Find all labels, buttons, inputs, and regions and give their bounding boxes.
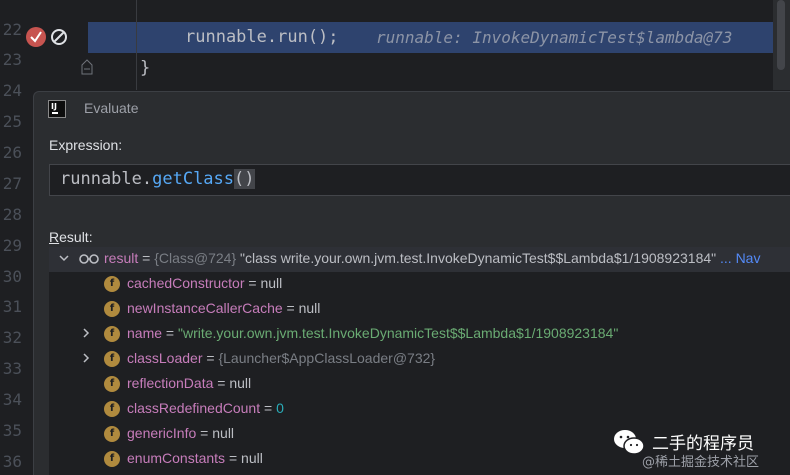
field-eq: = xyxy=(213,375,230,391)
result-label: Result: xyxy=(49,229,93,245)
dialog-title: Evaluate xyxy=(84,100,139,116)
inline-value-hint: runnable: InvokeDynamicTest$lambda@73 xyxy=(376,28,733,47)
field-eq: = xyxy=(282,300,299,316)
result-eq: = xyxy=(138,250,155,266)
tree-row-text: genericInfo = null xyxy=(127,425,234,441)
expression-method: getClass xyxy=(152,169,235,189)
field-value: null xyxy=(260,275,283,291)
field-name: genericInfo xyxy=(127,425,197,441)
line-number[interactable]: 32 xyxy=(0,323,22,353)
line-number[interactable]: 35 xyxy=(0,416,22,446)
tree-row-text: classRedefinedCount = 0 xyxy=(127,400,284,416)
line-number[interactable]: 31 xyxy=(0,292,22,322)
editor-scrollbar[interactable] xyxy=(773,0,790,90)
tree-row-text: result = {Class@724} "class write.your.o… xyxy=(104,250,760,266)
dialog-title-bar[interactable]: IJ Evaluate xyxy=(34,92,790,126)
expression-object: runnable. xyxy=(60,169,153,189)
line-number[interactable]: 23 xyxy=(0,45,22,75)
tree-row-text: enumConstants = null xyxy=(127,450,263,466)
field-value: "write.your.own.jvm.test.InvokeDynamicTe… xyxy=(178,325,619,341)
tree-row-field[interactable]: f newInstanceCallerCache = null xyxy=(49,297,790,322)
wechat-logo-icon xyxy=(614,430,645,455)
scrollbar-thumb[interactable] xyxy=(777,0,785,70)
field-name: name xyxy=(127,325,163,341)
tree-row-result[interactable]: result = {Class@724} "class write.your.o… xyxy=(49,247,790,272)
line-number[interactable]: 34 xyxy=(0,385,22,415)
expression-label: Expression: xyxy=(49,137,123,153)
result-ref: {Class@724} xyxy=(154,250,237,266)
mute-breakpoints-icon[interactable] xyxy=(50,28,68,46)
field-eq: = xyxy=(244,275,261,291)
evaluate-dialog: IJ Evaluate Expression: runnable.getClas… xyxy=(33,91,790,475)
line-number[interactable]: 25 xyxy=(0,107,22,137)
line-number[interactable]: 22 xyxy=(0,15,22,45)
field-value: null xyxy=(229,375,252,391)
field-eq: = xyxy=(260,400,277,416)
result-label-mnemonic: R xyxy=(49,229,60,245)
field-name: newInstanceCallerCache xyxy=(127,300,283,316)
intellij-logo-icon: IJ xyxy=(48,100,66,118)
watermark-sub: @稀土掘金技术社区 xyxy=(642,455,760,470)
tree-row-text: classLoader = {Launcher$AppClassLoader@7… xyxy=(127,350,435,366)
line-number[interactable]: 26 xyxy=(0,138,22,168)
line-number[interactable]: 27 xyxy=(0,169,22,199)
result-name: result xyxy=(104,250,139,266)
field-eq: = xyxy=(196,425,213,441)
code-line-23[interactable]: } xyxy=(140,58,150,78)
result-value: "class write.your.own.jvm.test.InvokeDyn… xyxy=(240,250,717,266)
breakpoint-icon[interactable] xyxy=(26,27,46,47)
expression-parens: () xyxy=(234,169,255,189)
field-icon: f xyxy=(104,426,120,442)
field-icon: f xyxy=(104,301,120,317)
watermark: 二手的程序员 @稀土掘金技术社区 xyxy=(612,425,790,475)
line-number[interactable]: 29 xyxy=(0,231,22,261)
tree-row-field[interactable]: f classLoader = {Launcher$AppClassLoader@… xyxy=(49,347,790,372)
line-number[interactable]: 33 xyxy=(0,354,22,384)
field-icon: f xyxy=(104,276,120,292)
field-value: null xyxy=(212,425,235,441)
field-name: classRedefinedCount xyxy=(127,400,261,416)
result-label-rest: esult: xyxy=(59,229,93,245)
field-value: null xyxy=(298,300,321,316)
field-icon: f xyxy=(104,326,120,342)
field-value: {Launcher$AppClassLoader@732} xyxy=(218,350,436,366)
tree-row-text: newInstanceCallerCache = null xyxy=(127,300,320,316)
field-icon: f xyxy=(104,401,120,417)
tree-row-text: reflectionData = null xyxy=(127,375,251,391)
field-eq: = xyxy=(162,325,178,341)
chevron-right-icon[interactable] xyxy=(81,353,91,363)
field-icon: f xyxy=(104,451,120,467)
field-eq: = xyxy=(225,450,242,466)
chevron-down-icon[interactable] xyxy=(59,253,69,263)
tree-row-field[interactable]: f reflectionData = null xyxy=(49,372,790,397)
chevron-right-icon[interactable] xyxy=(81,328,91,338)
field-eq: = xyxy=(202,350,219,366)
field-icon: f xyxy=(104,351,120,367)
tree-row-field[interactable]: f name = "write.your.own.jvm.test.InvokeD… xyxy=(49,322,790,347)
tree-row-field[interactable]: f classRedefinedCount = 0 xyxy=(49,397,790,422)
fold-icon[interactable] xyxy=(81,59,93,75)
field-name: enumConstants xyxy=(127,450,226,466)
line-number[interactable]: 24 xyxy=(0,76,22,106)
tree-row-text: cachedConstructor = null xyxy=(127,275,282,291)
field-value: null xyxy=(241,450,263,466)
indent-guide xyxy=(136,0,137,90)
field-name: reflectionData xyxy=(127,375,214,391)
field-icon: f xyxy=(104,376,120,392)
tree-row-text: name = "write.your.own.jvm.test.InvokeDy… xyxy=(127,325,618,341)
tree-row-field[interactable]: f cachedConstructor = null xyxy=(49,272,790,297)
field-name: cachedConstructor xyxy=(127,275,245,291)
line-number[interactable]: 30 xyxy=(0,262,22,292)
field-name: classLoader xyxy=(127,350,203,366)
expression-text[interactable]: runnable.getClass() xyxy=(60,169,255,189)
navigate-link[interactable]: ... Nav xyxy=(720,250,760,266)
line-number[interactable]: 36 xyxy=(0,447,22,475)
line-number[interactable]: 28 xyxy=(0,200,22,230)
field-value: 0 xyxy=(276,400,284,416)
expression-input[interactable]: runnable.getClass() xyxy=(49,164,790,196)
code-line-22[interactable]: runnable.run(); xyxy=(185,27,339,47)
watch-glasses-icon xyxy=(79,254,99,264)
